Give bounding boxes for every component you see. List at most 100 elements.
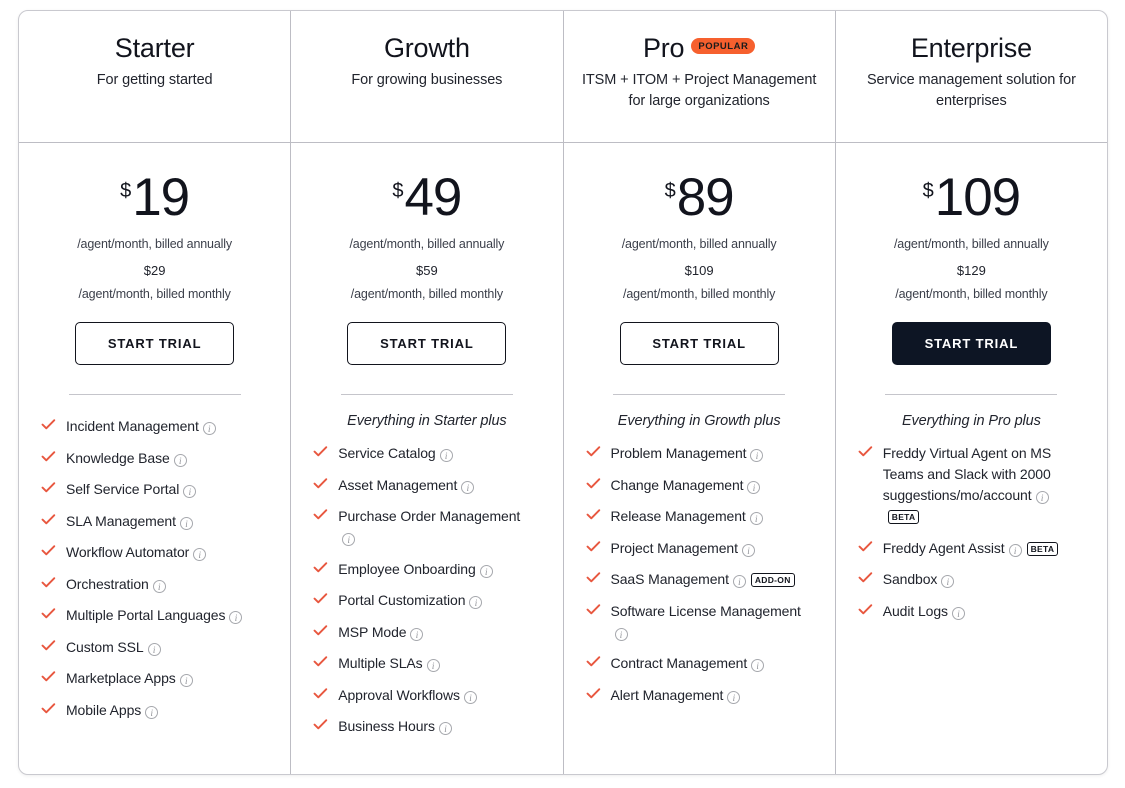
feature-label: Software License Management [610,602,801,619]
feature-list: Problem Management i Change Management i Rel… [578,443,821,716]
feature-item: Workflow Automator i [41,542,260,563]
plan-name-row: Pro POPULAR [578,33,821,63]
price-amount: 19 [132,168,190,227]
feature-text-wrapper: Problem Management i [611,443,764,464]
feature-text-wrapper: Orchestration i [66,574,166,595]
start-trial-button[interactable]: START TRIAL [347,322,507,366]
check-icon [858,445,873,463]
price-note-annual: /agent/month, billed annually [77,237,233,252]
feature-text-wrapper: Asset Management i [338,475,475,496]
feature-label: Release Management [610,508,746,525]
plan-header: Pro POPULAR ITSM + ITOM + Project Manageme… [563,11,835,143]
info-icon[interactable]: i [410,627,424,641]
feature-label: Employee Onboarding [338,560,476,577]
check-icon [41,481,56,499]
info-icon[interactable]: i [179,674,193,688]
info-icon[interactable]: i [727,690,741,704]
info-icon[interactable]: i [469,596,483,610]
info-icon[interactable]: i [1008,543,1022,557]
price-note-monthly: /agent/month, billed monthly [623,287,776,302]
check-icon [313,445,328,463]
check-icon [313,508,328,526]
feature-text-wrapper: Project Management i [611,538,755,559]
info-icon[interactable]: i [479,564,493,578]
info-icon[interactable]: i [941,575,955,589]
plan-name: Pro [642,33,685,63]
info-icon[interactable]: i [229,611,243,625]
feature-text-wrapper: Mobile Apps i [66,700,159,721]
feature-item: Freddy Virtual Agent on MS Teams and Sla… [858,443,1077,527]
info-icon[interactable]: i [614,627,628,641]
feature-label: Multiple Portal Languages [66,607,226,624]
info-icon[interactable]: i [741,543,755,557]
feature-item: Orchestration i [41,574,260,595]
pricing-table: Starter For getting started $19/agent/mont… [18,10,1108,775]
price-line: $89 [578,171,821,224]
cta-wrapper: START TRIAL [33,322,276,366]
check-icon [313,718,328,736]
feature-item: Business Hours i [313,716,532,737]
info-icon[interactable]: i [426,659,440,673]
feature-text-wrapper: SLA Management i [66,511,193,532]
info-icon[interactable]: i [439,449,453,463]
plan-body: $109/agent/month, billed annually $129/ag… [836,143,1107,774]
check-icon [586,445,601,463]
info-icon[interactable]: i [463,690,477,704]
feature-divider [613,394,786,396]
feature-text-wrapper: Marketplace Apps i [66,668,193,689]
feature-label: Audit Logs [882,602,948,619]
price-currency: $ [664,180,676,202]
popular-badge: POPULAR [691,37,756,55]
feature-item: Sandbox i [858,569,1077,590]
info-icon[interactable]: i [173,453,187,467]
info-icon[interactable]: i [202,422,216,436]
info-icon[interactable]: i [461,480,475,494]
info-icon[interactable]: i [732,575,746,589]
feature-item: Employee Onboarding i [313,559,532,580]
feature-text-wrapper: Change Management i [611,475,761,496]
info-icon[interactable]: i [183,485,197,499]
info-icon[interactable]: i [342,533,356,547]
feature-label: Custom SSL [66,638,144,655]
feature-text-wrapper: Knowledge Base i [66,448,187,469]
info-icon[interactable]: i [145,705,159,719]
plan-name-row: Enterprise [850,33,1093,63]
check-icon [41,702,56,720]
check-icon [41,607,56,625]
price-monthly: $109 [684,263,714,279]
plan-header: Starter For getting started [19,11,291,143]
info-icon[interactable]: i [147,642,161,656]
feature-label: Portal Customization [338,592,466,609]
plan-body: $49/agent/month, billed annually $59/agen… [291,143,562,774]
check-icon [586,603,601,621]
price-note-monthly: /agent/month, billed monthly [78,287,231,302]
feature-list: Freddy Virtual Agent on MS Teams and Sla… [850,443,1093,632]
price-note-monthly: /agent/month, billed monthly [350,287,503,302]
info-icon[interactable]: i [438,722,452,736]
plan-name: Starter [114,33,195,63]
feature-item: Approval Workflows i [313,685,532,706]
info-icon[interactable]: i [193,548,207,562]
plan-column-growth: Growth For growing businesses $49/agent/mo… [291,11,564,774]
info-icon[interactable]: i [749,512,763,526]
start-trial-button[interactable]: START TRIAL [75,322,235,366]
info-icon[interactable]: i [747,480,761,494]
info-icon[interactable]: i [152,579,166,593]
cta-wrapper: START TRIAL [850,322,1093,366]
info-icon[interactable]: i [179,516,193,530]
feature-item: Software License Management i [586,601,805,643]
info-icon[interactable]: i [750,449,764,463]
check-icon [313,592,328,610]
feature-text-wrapper: Multiple SLAs i [338,653,440,674]
plan-body: $19/agent/month, billed annually $29/agen… [19,143,290,774]
start-trial-button[interactable]: START TRIAL [891,322,1051,366]
start-trial-button[interactable]: START TRIAL [619,322,779,366]
info-icon[interactable]: i [951,606,965,620]
check-icon [41,450,56,468]
check-icon [313,655,328,673]
inherits-label: Everything in Growth plus [617,413,781,430]
info-icon[interactable]: i [751,659,765,673]
info-icon[interactable]: i [1035,491,1049,505]
feature-text-wrapper: Purchase Order Management i [338,506,532,548]
plan-tagline: Service management solution for enterpri… [866,72,1076,110]
